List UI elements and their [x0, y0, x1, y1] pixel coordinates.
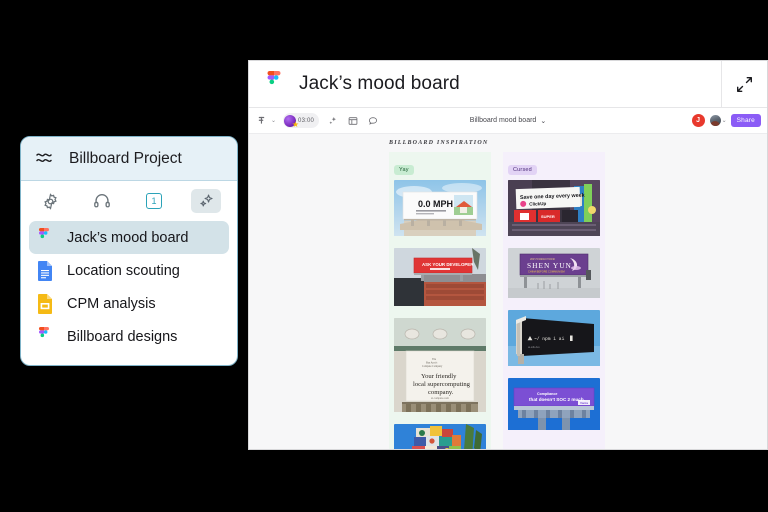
sidebar-item-label: Jack’s mood board — [67, 230, 188, 246]
svg-text:Compliance: Compliance — [537, 392, 557, 396]
svg-text:ai.compute.com: ai.compute.com — [431, 397, 450, 400]
sidebar-item-label: CPM analysis — [67, 296, 156, 312]
billboard-ask-your-developer[interactable]: ASK YOUR DEVELOPER — [394, 248, 486, 311]
column-cursed: Cursed Save one day every week — [503, 152, 605, 449]
star-icon: ★ — [292, 121, 299, 129]
figma-icon — [37, 228, 56, 248]
figma-canvas[interactable]: BILLBOARD INSPIRATION Yay — [249, 134, 767, 449]
svg-text:CHINA BEFORE COMMUNISM: CHINA BEFORE COMMUNISM — [528, 270, 565, 274]
svg-text:ai-sdk.dev: ai-sdk.dev — [528, 345, 541, 349]
project-sidebar-card: Billboard Project 1 — [20, 136, 238, 366]
toolbar-left-group: ⌄ ★ 03:00 — [255, 113, 379, 128]
sidebar-item-cpm-analysis[interactable]: CPM analysis — [29, 287, 229, 320]
avatar-photo[interactable] — [709, 114, 722, 127]
menu-caret-icon[interactable]: ⌄ — [271, 117, 276, 124]
comment-bubble-icon[interactable] — [366, 114, 379, 127]
count-badge-icon[interactable]: 1 — [139, 189, 169, 213]
svg-text:~/ npm i ai: ~/ npm i ai — [534, 336, 565, 342]
google-slides-icon — [37, 294, 56, 314]
chevron-down-icon[interactable]: ⌄ — [722, 117, 727, 124]
sidebar-item-label: Billboard designs — [67, 329, 177, 345]
mood-board-columns: Yay — [389, 152, 605, 449]
screen: Jack’s mood board ⌄ — [0, 0, 768, 512]
billboard-supercomputing-banner[interactable]: The Bay Area's Compute Company Your frie… — [394, 318, 486, 417]
svg-text:that doesn’t SOC 2 much.: that doesn’t SOC 2 much. — [529, 397, 585, 402]
column-tag[interactable]: Yay — [394, 165, 414, 175]
headphones-icon[interactable] — [87, 189, 117, 213]
column-yay: Yay — [389, 152, 491, 449]
document-name: Billboard mood board — [470, 117, 537, 124]
sidebar-toolbar: 1 — [21, 181, 237, 217]
page-title: Billboard Project — [69, 150, 182, 168]
sidebar-item-location-scouting[interactable]: Location scouting — [29, 254, 229, 287]
expand-arrows-icon[interactable] — [721, 61, 767, 107]
board-title: BILLBOARD INSPIRATION — [389, 140, 488, 146]
billboard-collage-mural[interactable] — [394, 424, 486, 449]
svg-text:ClickUp: ClickUp — [529, 201, 546, 207]
sidebar-header: Billboard Project — [21, 137, 237, 181]
svg-text:0.0 MPH: 0.0 MPH — [418, 199, 453, 209]
frame-icon[interactable] — [346, 114, 359, 127]
svg-text:Compute Company: Compute Company — [422, 365, 443, 368]
column-tag[interactable]: Cursed — [508, 165, 537, 175]
billboard-shen-yun[interactable]: 2025 WORLD TOUR SHEN YUN CHINA BEFORE CO… — [508, 248, 600, 303]
share-button[interactable]: Share — [731, 114, 761, 127]
google-docs-icon — [37, 261, 56, 281]
sparkle-icon[interactable] — [191, 189, 221, 213]
svg-text:company.: company. — [428, 389, 454, 396]
billboard-compliance-soc2[interactable]: Compliance that doesn’t SOC 2 much. Vant… — [508, 378, 600, 435]
sidebar-item-jacks-mood-board[interactable]: Jack’s mood board — [29, 221, 229, 254]
document-name-menu[interactable]: Billboard mood board ⌄ — [470, 117, 546, 125]
billboard-save-one-day-clickup[interactable]: Save one day every week ClickUp SUPER — [508, 180, 600, 241]
timer-chip[interactable]: ★ 03:00 — [283, 113, 319, 128]
window-title: Jack’s mood board — [299, 73, 460, 95]
sparkle-icon[interactable] — [326, 114, 339, 127]
svg-text:SHEN YUN: SHEN YUN — [527, 261, 572, 270]
figma-icon — [37, 327, 56, 347]
svg-text:Vanta: Vanta — [580, 401, 588, 405]
avatar-initial[interactable]: J — [692, 114, 705, 127]
sidebar-item-label: Location scouting — [67, 263, 180, 279]
figma-icon — [265, 71, 283, 97]
svg-text:SUPER: SUPER — [541, 214, 555, 219]
figma-menu-icon[interactable] — [255, 114, 268, 127]
svg-text:ASK YOUR DEVELOPER: ASK YOUR DEVELOPER — [422, 262, 474, 267]
sidebar-item-count: 1 — [146, 193, 162, 209]
timer-text: 03:00 — [298, 118, 314, 124]
billboard-npm-install-ai[interactable]: ~/ npm i ai ai-sdk.dev — [508, 310, 600, 371]
sidebar-item-billboard-designs[interactable]: Billboard designs — [29, 320, 229, 353]
figma-window: Jack’s mood board ⌄ — [248, 60, 768, 450]
svg-text:Your friendly: Your friendly — [421, 373, 457, 380]
avatar: ★ — [284, 115, 296, 127]
svg-text:local supercomputing: local supercomputing — [413, 381, 471, 388]
chevron-down-icon: ⌄ — [540, 117, 546, 125]
toolbar-right-group: J ⌄ Share — [692, 114, 761, 127]
window-titlebar: Jack’s mood board — [249, 61, 767, 108]
waves-logo-icon — [35, 149, 57, 169]
billboard-0-mph[interactable]: 0.0 MPH — [394, 180, 486, 241]
figma-app-toolbar: ⌄ ★ 03:00 — [249, 108, 767, 134]
gear-icon[interactable] — [35, 189, 65, 213]
sidebar-file-list: Jack’s mood board Location scouting — [21, 217, 237, 365]
